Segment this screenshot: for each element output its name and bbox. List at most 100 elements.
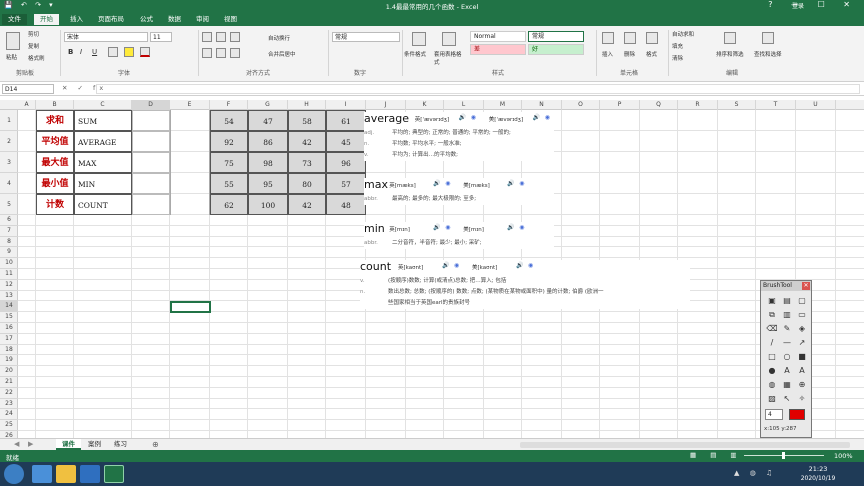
fill-button[interactable]: 填充 — [672, 42, 683, 50]
function-label-cell[interactable]: 平均值 — [36, 131, 74, 152]
data-cell[interactable]: 96 — [326, 152, 366, 173]
format-as-table-icon[interactable] — [442, 32, 456, 46]
horizontal-scrollbar[interactable] — [520, 442, 850, 448]
speaker-icon[interactable]: 🔊 — [459, 114, 466, 121]
speaker-icon[interactable]: 🔊 — [533, 114, 540, 121]
align-left-icon[interactable] — [202, 48, 212, 58]
video-app-icon[interactable] — [80, 465, 100, 483]
sheet-tab-practice[interactable]: 练习 — [108, 439, 133, 450]
merge-center-button[interactable]: 合并后居中 — [268, 50, 296, 58]
conditional-format-icon[interactable] — [412, 32, 426, 46]
row-header-22[interactable]: 22 — [0, 388, 18, 399]
function-name-cell[interactable]: MIN — [74, 173, 132, 194]
tab-review[interactable]: 审阅 — [190, 14, 215, 25]
function-name-cell[interactable]: COUNT — [74, 194, 132, 215]
data-cell[interactable]: 86 — [248, 131, 288, 152]
function-label-cell[interactable]: 计数 — [36, 194, 74, 215]
data-cell[interactable]: 61 — [326, 110, 366, 131]
cursor-icon[interactable]: ↖ — [781, 393, 793, 405]
column-header-s[interactable]: S — [718, 100, 756, 110]
number-format-select[interactable]: 常规 — [332, 32, 400, 42]
pencil-icon[interactable]: / — [766, 337, 778, 349]
tab-view[interactable]: 视图 — [218, 14, 243, 25]
row-header-25[interactable]: 25 — [0, 420, 18, 431]
play-icon[interactable]: ◉ — [528, 262, 533, 269]
align-bottom-icon[interactable] — [230, 32, 240, 42]
autosum-button[interactable]: 自动求和 — [672, 30, 694, 38]
formula-input[interactable] — [96, 84, 860, 94]
format-cells-button[interactable]: 格式 — [646, 50, 657, 58]
function-label-cell[interactable]: 最小值 — [36, 173, 74, 194]
align-top-icon[interactable] — [202, 32, 212, 42]
row-header-7[interactable]: 7 — [0, 226, 18, 237]
function-name-cell[interactable]: SUM — [74, 110, 132, 131]
function-name-cell[interactable]: MAX — [74, 152, 132, 173]
window-controls[interactable]: ? — ☐ ✕ — [768, 0, 858, 9]
sort-filter-button[interactable]: 排序和筛选 — [716, 50, 744, 58]
data-cell[interactable]: 45 — [326, 131, 366, 152]
row-header-20[interactable]: 20 — [0, 366, 18, 377]
column-header-q[interactable]: Q — [640, 100, 678, 110]
arrow-icon[interactable]: ↗ — [796, 337, 808, 349]
function-name-cell[interactable]: AVERAGE — [74, 131, 132, 152]
conditional-format-button[interactable]: 条件格式 — [404, 50, 426, 58]
filled-ellipse-icon[interactable]: ● — [766, 365, 778, 377]
bulb-icon[interactable]: ✧ — [796, 393, 808, 405]
name-box[interactable]: D14 — [2, 84, 54, 94]
cut-button[interactable]: 剪切 — [28, 30, 39, 38]
row-header-14[interactable]: 14 — [0, 301, 18, 313]
paste-button[interactable]: 粘贴 — [6, 53, 17, 61]
sheet-tab-case[interactable]: 案例 — [82, 439, 107, 450]
view-mode-icons[interactable]: ▦ ▤ ▥ — [690, 451, 743, 459]
font-size-select[interactable]: 11 — [150, 32, 172, 42]
ellipse-icon[interactable]: ○ — [781, 351, 793, 363]
sheet-tab-courseware[interactable]: 课件 — [56, 439, 81, 450]
column-d-cell[interactable] — [170, 131, 210, 152]
spotlight-icon[interactable]: ◍ — [766, 379, 778, 391]
open-file-icon[interactable]: ▣ — [766, 295, 778, 307]
delete-cells-icon[interactable] — [624, 32, 636, 44]
brush-color-swatch[interactable] — [789, 409, 805, 420]
speaker-icon[interactable]: 🔊 — [442, 262, 449, 269]
insert-cells-button[interactable]: 插入 — [602, 50, 613, 58]
column-header-n[interactable]: N — [522, 100, 562, 110]
column-d-cell[interactable] — [170, 110, 210, 131]
text-icon[interactable]: A — [781, 365, 793, 377]
speaker-icon[interactable]: 🔊 — [433, 180, 440, 187]
tab-file[interactable]: 文件 — [2, 14, 27, 25]
rectangle-icon[interactable]: □ — [766, 351, 778, 363]
column-header-o[interactable]: O — [562, 100, 600, 110]
format-as-table-button[interactable]: 套用表格格式 — [434, 50, 466, 66]
row-header-21[interactable]: 21 — [0, 377, 18, 388]
fill-color-icon[interactable] — [124, 47, 134, 57]
brush-size-select[interactable]: 4 — [765, 409, 783, 420]
tab-insert[interactable]: 插入 — [64, 14, 89, 25]
speaker-icon[interactable]: 🔊 — [516, 262, 523, 269]
data-cell[interactable]: 100 — [248, 194, 288, 215]
column-header-b[interactable]: B — [36, 100, 74, 110]
column-header-c[interactable]: C — [74, 100, 132, 110]
speaker-icon[interactable]: 🔊 — [433, 224, 440, 231]
column-header-i[interactable]: I — [326, 100, 366, 110]
speaker-icon[interactable]: 🔊 — [507, 180, 514, 187]
play-icon[interactable]: ◉ — [445, 180, 450, 187]
style-good[interactable]: 好 — [528, 44, 584, 55]
copy-icon[interactable]: ⧉ — [766, 309, 778, 321]
insert-cells-icon[interactable] — [602, 32, 614, 44]
tray-icons[interactable]: ▲ ◍ ♫ — [734, 469, 776, 477]
format-painter-button[interactable]: 格式刷 — [28, 54, 45, 62]
data-cell[interactable]: 47 — [248, 110, 288, 131]
play-icon[interactable]: ◉ — [445, 224, 450, 231]
text-large-icon[interactable]: A — [796, 365, 808, 377]
column-header-t[interactable]: T — [756, 100, 796, 110]
row-header-6[interactable]: 6 — [0, 215, 18, 226]
font-color-icon[interactable] — [140, 47, 150, 57]
screen-icon[interactable]: ▢ — [796, 295, 808, 307]
excel-taskbar-icon[interactable] — [104, 465, 124, 483]
find-select-icon[interactable] — [762, 32, 774, 44]
row-header-15[interactable]: 15 — [0, 312, 18, 323]
sort-filter-icon[interactable] — [724, 32, 736, 44]
style-normal[interactable]: Normal — [470, 31, 526, 42]
column-header-j[interactable]: J — [366, 100, 406, 110]
tab-formulas[interactable]: 公式 — [134, 14, 159, 25]
